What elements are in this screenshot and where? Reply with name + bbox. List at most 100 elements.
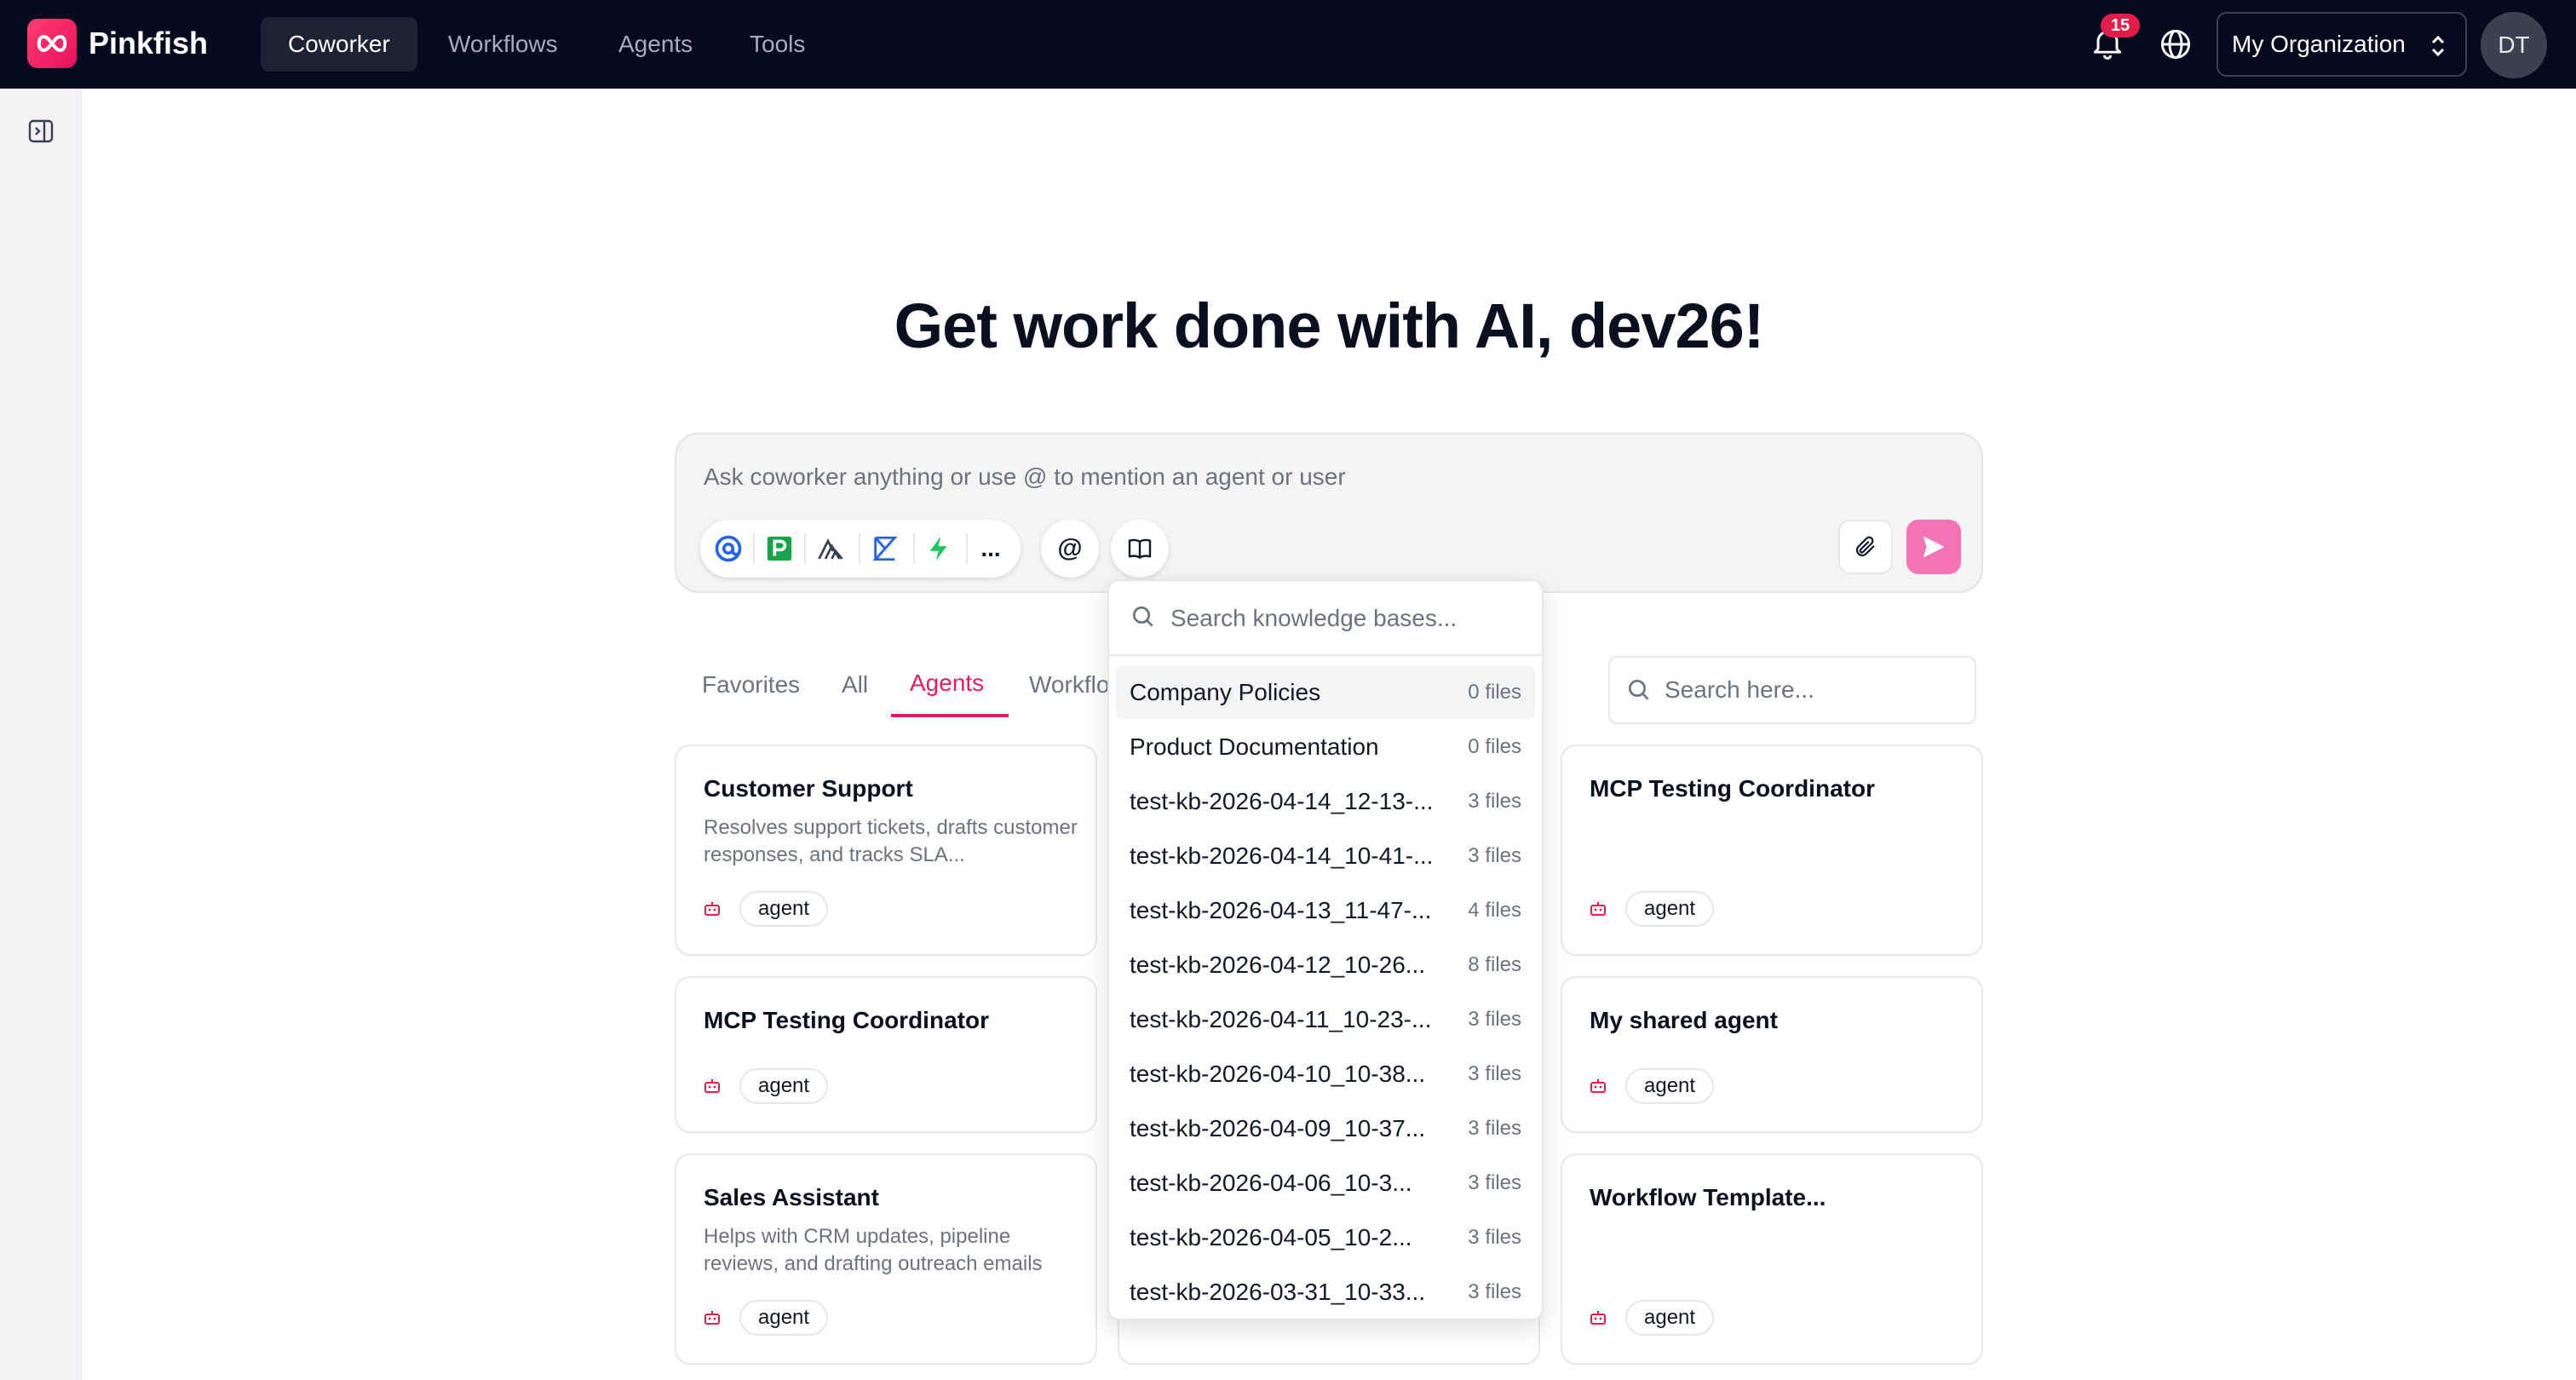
robot-icon (704, 902, 720, 916)
send-button[interactable] (1906, 520, 1961, 574)
nav-tab-workflows[interactable]: Workflows (421, 17, 585, 72)
card-description: Helps with CRM updates, pipeline reviews… (704, 1225, 1043, 1275)
card-title: MCP Testing Coordinator (1590, 775, 1875, 802)
knowledge-base-name: test-kb-2026-04-05_10-2... (1130, 1224, 1412, 1251)
attach-paperclip-icon[interactable] (1838, 520, 1893, 574)
tab-workflows[interactable]: Workflo (1029, 671, 1109, 699)
knowledge-base-dropdown: Company Policies0 filesProduct Documenta… (1107, 579, 1544, 1320)
knowledge-base-item[interactable]: test-kb-2026-04-11_10-23-... 3 files (1116, 993, 1535, 1046)
agent-badge: agent (1625, 1068, 1715, 1104)
knowledge-base-name: test-kb-2026-04-13_11-47-... (1130, 897, 1432, 923)
chat-input[interactable] (704, 458, 1896, 496)
knowledge-base-item[interactable]: test-kb-2026-04-06_10-3... 3 files (1116, 1157, 1535, 1210)
user-avatar[interactable]: DT (2481, 12, 2547, 78)
globe-icon[interactable] (2157, 26, 2194, 63)
card-tag-row: agent (1588, 891, 1715, 927)
robot-icon (1590, 1079, 1606, 1093)
robot-icon (704, 1079, 720, 1093)
agent-card-mcp-testing-2[interactable]: MCP Testing Coordinator agent (1561, 745, 1983, 956)
agent-card-customer-support[interactable]: Customer Support Resolves support ticket… (675, 745, 1097, 956)
agent-badge: agent (739, 891, 829, 927)
bolt-app-icon[interactable] (917, 526, 963, 571)
robot-icon (1590, 902, 1606, 916)
p-app-icon[interactable] (756, 526, 802, 571)
connected-apps-group: ... (700, 520, 1021, 578)
knowledge-base-name: test-kb-2026-04-14_10-41-... (1130, 842, 1434, 869)
organization-selector[interactable]: My Organization (2217, 12, 2467, 77)
active-tab-underline (891, 714, 1009, 717)
divider (859, 533, 860, 564)
search-icon (1625, 676, 1653, 708)
knowledge-base-name: test-kb-2026-04-12_10-26... (1130, 952, 1426, 978)
card-tag-row: agent (702, 891, 829, 927)
card-title: My shared agent (1590, 1007, 1778, 1033)
knowledge-base-item[interactable]: test-kb-2026-04-14_10-41-... 3 files (1116, 830, 1535, 883)
page-title: Get work done with AI, dev26! (894, 290, 1765, 361)
card-tag-row: agent (1588, 1300, 1715, 1336)
k-app-icon[interactable] (862, 526, 908, 571)
knowledge-base-item[interactable]: Company Policies 0 files (1116, 666, 1535, 719)
agents-search-box (1608, 656, 1976, 724)
agent-badge: agent (1625, 891, 1715, 927)
knowledge-base-item[interactable]: test-kb-2026-04-14_12-13-... 3 files (1116, 775, 1535, 828)
knowledge-base-file-count: 3 files (1468, 1226, 1521, 1249)
at-sign-app-icon[interactable] (705, 526, 751, 571)
mountain-app-icon[interactable] (808, 526, 854, 571)
knowledge-base-file-count: 3 files (1468, 1117, 1521, 1140)
knowledge-base-file-count: 4 files (1468, 899, 1521, 922)
nav-tab-agents[interactable]: Agents (591, 17, 720, 72)
more-apps-button[interactable]: ... (968, 526, 1014, 571)
search-icon (1130, 603, 1157, 635)
pinkfish-logo-icon[interactable] (27, 19, 77, 68)
mention-button[interactable]: @ (1041, 520, 1099, 578)
nav-tab-coworker[interactable]: Coworker (261, 17, 417, 72)
knowledge-base-file-count: 3 files (1468, 1280, 1521, 1303)
organization-name: My Organization (2232, 31, 2406, 57)
tab-agents[interactable]: Agents (910, 670, 984, 697)
agent-card-my-shared-agent[interactable]: My shared agent agent (1561, 976, 1983, 1133)
knowledge-base-item[interactable]: test-kb-2026-03-31_10-33... 3 files (1116, 1266, 1535, 1319)
agent-badge: agent (739, 1300, 829, 1336)
agent-card-sales-assistant[interactable]: Sales Assistant Helps with CRM updates, … (675, 1153, 1097, 1365)
card-tag-row: agent (1588, 1068, 1715, 1104)
agents-search-input[interactable] (1665, 673, 1963, 707)
knowledge-base-item[interactable]: test-kb-2026-04-12_10-26... 8 files (1116, 939, 1535, 992)
notification-count-badge: 15 (2101, 14, 2140, 37)
chat-composer: ... @ (675, 433, 1983, 593)
sidebar (0, 89, 82, 1380)
knowledge-base-item[interactable]: test-kb-2026-04-10_10-38... 3 files (1116, 1048, 1535, 1101)
robot-icon (1590, 1311, 1606, 1325)
knowledge-base-file-count: 3 files (1468, 1008, 1521, 1031)
knowledge-base-file-count: 3 files (1468, 1171, 1521, 1194)
divider (804, 533, 806, 564)
tab-all[interactable]: All (842, 671, 868, 699)
divider (753, 533, 755, 564)
agent-card-workflow-template[interactable]: Workflow Template... agent (1561, 1153, 1983, 1365)
knowledge-base-item[interactable]: test-kb-2026-04-09_10-37... 3 files (1116, 1102, 1535, 1155)
robot-icon (704, 1311, 720, 1325)
chevron-up-down-icon (2426, 32, 2450, 66)
knowledge-base-item[interactable]: Product Documentation 0 files (1116, 721, 1535, 773)
knowledge-base-file-count: 3 files (1468, 790, 1521, 813)
card-title: Workflow Template... (1590, 1184, 1826, 1210)
knowledge-base-name: test-kb-2026-04-06_10-3... (1130, 1170, 1412, 1196)
divider (913, 533, 915, 564)
knowledge-base-item[interactable]: test-kb-2026-04-05_10-2... 3 files (1116, 1211, 1535, 1264)
knowledge-base-file-count: 8 files (1468, 953, 1521, 976)
card-title: MCP Testing Coordinator (704, 1007, 989, 1033)
knowledge-base-name: test-kb-2026-03-31_10-33... (1130, 1279, 1426, 1305)
card-title: Sales Assistant (704, 1184, 879, 1210)
knowledge-base-search-input[interactable] (1170, 601, 1528, 635)
nav-tab-tools[interactable]: Tools (722, 17, 832, 72)
sidebar-toggle-icon[interactable] (27, 118, 55, 145)
knowledge-base-name: test-kb-2026-04-14_12-13-... (1130, 788, 1434, 814)
knowledge-base-name: test-kb-2026-04-11_10-23-... (1130, 1006, 1432, 1032)
knowledge-base-book-icon[interactable] (1111, 520, 1169, 578)
tab-favorites[interactable]: Favorites (702, 671, 800, 699)
knowledge-base-search (1109, 581, 1542, 656)
knowledge-base-file-count: 0 files (1468, 735, 1521, 758)
agent-badge: agent (1625, 1300, 1715, 1336)
agent-card-mcp-testing[interactable]: MCP Testing Coordinator agent (675, 976, 1097, 1133)
knowledge-base-item[interactable]: test-kb-2026-04-13_11-47-... 4 files (1116, 884, 1535, 937)
knowledge-base-file-count: 3 files (1468, 844, 1521, 867)
